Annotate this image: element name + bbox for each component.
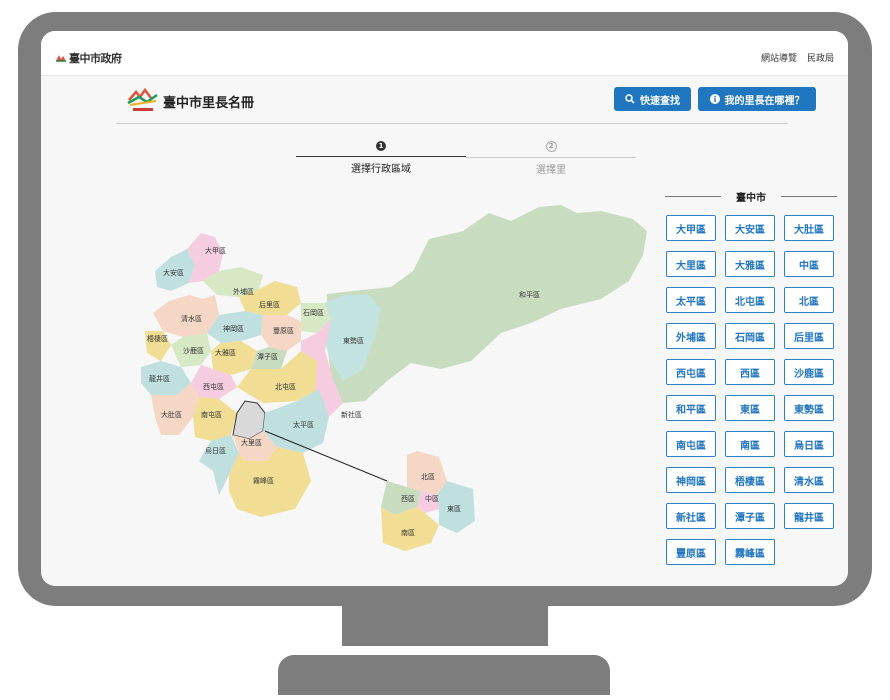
top-links: 網站導覽 民政局 [751, 51, 834, 64]
map-district-label: 南屯區 [201, 410, 222, 419]
map-district-label: 石岡區 [303, 309, 324, 317]
district-button[interactable]: 大肚區 [784, 215, 834, 241]
district-button[interactable]: 潭子區 [725, 503, 775, 529]
district-button[interactable]: 大里區 [666, 251, 716, 277]
district-button[interactable]: 沙鹿區 [784, 359, 834, 385]
map-district-label: 大雅區 [215, 348, 236, 357]
step-2-number: 2 [545, 141, 557, 152]
step-2-label: 選擇里 [536, 165, 566, 176]
map-district-label: 北區 [421, 473, 435, 481]
step-1-line [296, 156, 466, 157]
city-title: 臺中市 [665, 189, 837, 205]
map-daya[interactable] [211, 341, 257, 375]
district-button[interactable]: 龍井區 [784, 503, 834, 529]
district-button[interactable]: 大雅區 [725, 251, 775, 277]
map-district-label: 西屯區 [203, 382, 224, 391]
quick-search-button[interactable]: 快速查找 [614, 87, 691, 111]
taichung-logo-icon[interactable] [127, 87, 159, 113]
district-button[interactable]: 西區 [725, 359, 775, 385]
government-logo-text: 臺中市政府 [69, 52, 122, 65]
where-is-my-chief-label: 我的里長在哪裡？ [724, 95, 805, 107]
district-button[interactable]: 新社區 [666, 503, 716, 529]
step-select-district[interactable]: 1 選擇行政區域 [296, 139, 466, 175]
district-button[interactable]: 大甲區 [666, 215, 716, 241]
government-emblem-icon [56, 55, 66, 62]
map-district-label: 東勢區 [343, 336, 364, 345]
district-button[interactable]: 烏日區 [784, 431, 834, 457]
page-title: 臺中市里長名冊 [163, 96, 255, 111]
map-district-label: 龍井區 [149, 374, 170, 383]
sitemap-link[interactable]: 網站導覽 [761, 54, 797, 64]
map-district-label: 南區 [401, 528, 415, 537]
district-button[interactable]: 南區 [725, 431, 775, 457]
map-district-label: 清水區 [181, 314, 202, 323]
map-district-label: 烏日區 [205, 446, 226, 455]
district-button[interactable]: 霧峰區 [725, 539, 775, 565]
where-is-my-chief-button[interactable]: 我的里長在哪裡？ [698, 87, 816, 111]
district-button[interactable]: 和平區 [666, 395, 716, 421]
map-district-label: 沙鹿區 [183, 346, 204, 355]
map-district-label: 大甲區 [205, 246, 226, 255]
district-button[interactable]: 東區 [725, 395, 775, 421]
info-icon [709, 94, 720, 104]
district-button[interactable]: 豐原區 [666, 539, 716, 565]
step-1-number: 1 [376, 141, 386, 151]
district-button[interactable]: 大安區 [725, 215, 775, 241]
district-button[interactable]: 中區 [784, 251, 834, 277]
district-button[interactable]: 太平區 [666, 287, 716, 313]
district-button[interactable]: 石岡區 [725, 323, 775, 349]
map-district-label: 大安區 [163, 268, 184, 277]
search-icon [625, 94, 635, 104]
district-sidebar: 臺中市 大甲區 大安區 大肚區大里區 大雅區 中區太平區 北屯區 北區外埔區 石岡區 后里區西屯… [665, 189, 837, 565]
map-district-label: 梧棲區 [147, 334, 168, 343]
map-district-label: 外埔區 [233, 287, 254, 296]
step-indicator: 1 選擇行政區域 2 選擇里 [296, 139, 636, 179]
government-logo[interactable]: 臺中市政府 [55, 50, 122, 66]
district-button[interactable]: 西屯區 [666, 359, 716, 385]
map-district-label: 東區 [447, 504, 461, 513]
map-nantun[interactable] [193, 397, 237, 441]
civil-affairs-link[interactable]: 民政局 [807, 54, 834, 64]
map-district-label: 神岡區 [223, 324, 244, 333]
top-bar: 臺中市政府 網站導覽 民政局 [41, 31, 848, 76]
district-button[interactable]: 北屯區 [725, 287, 775, 313]
map-district-label: 后里區 [259, 300, 280, 309]
map-district-label: 新社區 [341, 410, 362, 419]
map-district-label: 太平區 [293, 420, 314, 429]
quick-search-label: 快速查找 [640, 95, 680, 107]
map-district-label: 大里區 [241, 438, 262, 447]
step-1-label: 選擇行政區域 [351, 164, 411, 175]
map-district-label: 霧峰區 [253, 476, 274, 485]
district-button[interactable]: 清水區 [784, 467, 834, 493]
monitor-stand-neck [342, 606, 548, 646]
map-district-label: 西區 [401, 495, 415, 503]
map-district-label: 豐原區 [273, 326, 294, 335]
district-button[interactable]: 神岡區 [666, 467, 716, 493]
map-district-label: 中區 [425, 494, 439, 503]
map-district-label: 潭子區 [257, 352, 278, 361]
map-district-label: 大肚區 [161, 410, 182, 419]
monitor-stand-base [278, 655, 610, 695]
district-button[interactable]: 東勢區 [784, 395, 834, 421]
taichung-district-map: 大安區 大甲區外埔區后里區清水區梧棲區沙鹿區 神岡區 豐原區 石岡區大雅區 潭子區龍井區西… [141, 205, 647, 551]
monitor-screen: 臺中市政府 網站導覽 民政局 臺中市里長名冊 快速查找 我的里長在哪裡？ 1 選… [41, 31, 848, 586]
map-district-label: 北屯區 [275, 382, 296, 391]
page-header: 臺中市里長名冊 快速查找 我的里長在哪裡？ [116, 85, 816, 124]
district-button[interactable]: 梧棲區 [725, 467, 775, 493]
map-district-label: 和平區 [519, 290, 540, 299]
step-select-village[interactable]: 2 選擇里 [466, 139, 636, 176]
district-button[interactable]: 北區 [784, 287, 834, 313]
district-button[interactable]: 外埔區 [666, 323, 716, 349]
district-button[interactable]: 南屯區 [666, 431, 716, 457]
step-2-line [466, 157, 636, 158]
district-button[interactable]: 后里區 [784, 323, 834, 349]
